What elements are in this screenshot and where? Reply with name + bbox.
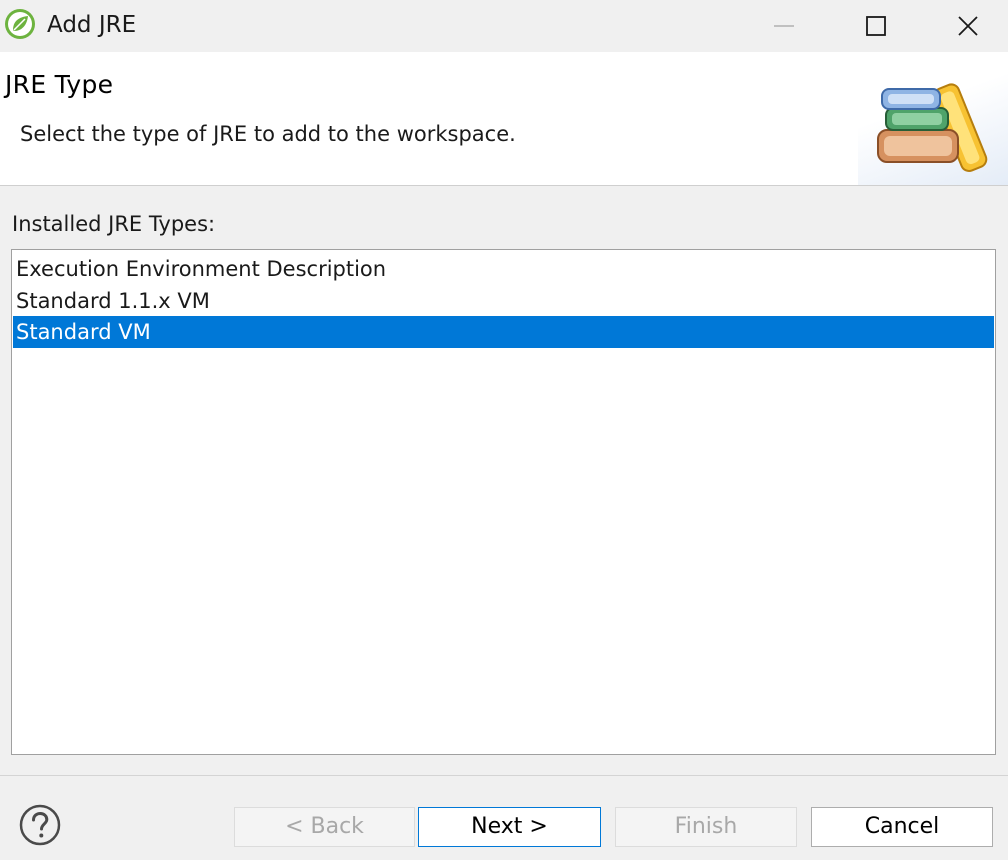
list-item-standard-vm[interactable]: Standard VM xyxy=(13,316,994,348)
help-icon[interactable] xyxy=(19,804,61,846)
maximize-icon xyxy=(866,16,886,36)
books-icon xyxy=(877,83,988,172)
cancel-button[interactable]: Cancel xyxy=(811,807,993,847)
add-jre-dialog: Add JRE JRE Type Select the type of JRE … xyxy=(0,0,1008,860)
next-button[interactable]: Next > xyxy=(418,807,601,847)
page-description: Select the type of JRE to add to the wor… xyxy=(20,122,516,146)
close-button[interactable] xyxy=(922,0,1008,52)
back-button[interactable]: < Back xyxy=(234,807,415,847)
title-bar: Add JRE xyxy=(0,0,1008,52)
minimize-button[interactable] xyxy=(738,0,830,52)
maximize-button[interactable] xyxy=(830,0,922,52)
list-item-standard-1-1-x-vm[interactable]: Standard 1.1.x VM xyxy=(13,285,994,317)
page-title: JRE Type xyxy=(5,70,114,99)
jre-types-list[interactable]: Execution Environment Description Standa… xyxy=(11,249,996,755)
window-title: Add JRE xyxy=(47,12,137,38)
close-icon xyxy=(958,16,978,36)
jre-types-label: Installed JRE Types: xyxy=(12,212,216,236)
minimize-icon xyxy=(774,25,794,27)
footer-separator xyxy=(0,775,1008,776)
finish-button[interactable]: Finish xyxy=(615,807,797,847)
list-item-execution-environment[interactable]: Execution Environment Description xyxy=(13,253,994,285)
wizard-banner: JRE Type Select the type of JRE to add t… xyxy=(0,52,1008,186)
spring-leaf-icon xyxy=(5,9,35,39)
